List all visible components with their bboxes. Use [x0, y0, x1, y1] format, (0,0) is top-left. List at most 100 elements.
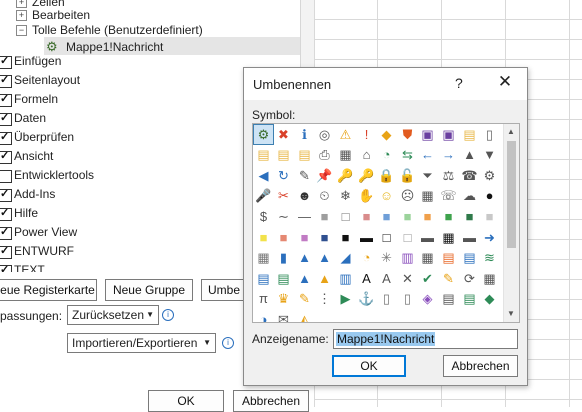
user-icon[interactable]: ☻ — [295, 186, 314, 205]
swatch-navy-icon[interactable]: ■ — [315, 228, 334, 247]
arrow-circle-icon[interactable]: ➜ — [480, 228, 499, 247]
hand-icon[interactable]: ✋ — [357, 186, 376, 205]
record-icon[interactable]: ◎ — [315, 125, 334, 144]
phone-icon[interactable]: ☎ — [460, 166, 479, 185]
up-icon[interactable]: ▲ — [460, 145, 479, 164]
list-icon[interactable]: ⋮ — [315, 289, 334, 308]
mail-icon[interactable]: ✉ — [274, 310, 293, 322]
alert-diamond-icon[interactable]: ◆ — [377, 125, 396, 144]
edit-icon[interactable]: ✎ — [295, 166, 314, 185]
area-chart-icon[interactable]: ◢ — [336, 248, 355, 267]
eye-icon[interactable]: ∼ — [274, 207, 293, 226]
stacked-chart-icon[interactable]: ▥ — [336, 269, 355, 288]
sheet-orange-icon[interactable]: ▤ — [439, 248, 458, 267]
swatch-lightgreen-icon[interactable]: ■ — [398, 207, 417, 226]
calculator-icon[interactable]: ▦ — [418, 186, 437, 205]
mountains-icon[interactable]: ▲ — [315, 248, 334, 267]
pencil-icon[interactable]: ✎ — [439, 269, 458, 288]
swatch-yellow-icon[interactable]: ■ — [254, 228, 273, 247]
document-2-icon[interactable]: ▯ — [398, 289, 417, 308]
folder-2-icon[interactable]: ▤ — [274, 145, 293, 164]
folder-icon[interactable]: ▤ — [460, 125, 479, 144]
sheet-2-icon[interactable]: ▤ — [274, 269, 293, 288]
dialog-ok-button[interactable]: OK — [332, 355, 406, 377]
forward-icon[interactable]: → — [439, 145, 458, 164]
dollar-icon[interactable]: $ — [254, 207, 273, 226]
display-name-input[interactable]: Mappe1!Nachricht — [333, 329, 518, 349]
sheet-4-icon[interactable]: ▤ — [460, 289, 479, 308]
lock-icon[interactable]: 🔒 — [377, 166, 396, 185]
org-chart-icon[interactable]: ⚙ — [253, 124, 274, 145]
microphone-icon[interactable]: 🎤 — [254, 186, 273, 205]
dialog-cancel-button[interactable]: Abbrechen — [443, 355, 518, 377]
save-icon[interactable]: ▣ — [418, 125, 437, 144]
checkbox-ansicht[interactable] — [0, 149, 12, 164]
sheet-blue-icon[interactable]: ▤ — [460, 248, 479, 267]
checkbox-seitenlayout[interactable] — [0, 73, 12, 88]
cone-icon[interactable]: ▲ — [295, 248, 314, 267]
grid-icon[interactable]: ▦ — [418, 248, 437, 267]
filter-icon[interactable]: ⏷ — [418, 166, 437, 185]
sheet-icon[interactable]: ▤ — [254, 269, 273, 288]
checkbox-daten[interactable] — [0, 111, 12, 126]
warning-icon[interactable]: ⚠ — [336, 125, 355, 144]
key-icon[interactable]: 🔑 — [336, 166, 355, 185]
triangle-icon[interactable]: ◭ — [295, 310, 314, 322]
swatch-darkgreen-icon[interactable]: ■ — [460, 207, 479, 226]
swatch-white-icon[interactable]: □ — [336, 207, 355, 226]
pie-chart-icon[interactable]: ◔ — [357, 248, 376, 267]
open-folder-icon[interactable]: ▤ — [254, 145, 273, 164]
document-icon[interactable]: ▯ — [377, 289, 396, 308]
back-icon[interactable]: ← — [418, 145, 437, 164]
border-bottom-icon[interactable]: ▬ — [418, 228, 437, 247]
key-2-icon[interactable]: 🔑 — [357, 166, 376, 185]
help-button[interactable]: ? — [455, 75, 463, 91]
checkbox-formeln[interactable] — [0, 92, 12, 107]
rotate-icon[interactable]: ⟳ — [460, 269, 479, 288]
swatch-orange-icon[interactable]: ■ — [418, 207, 437, 226]
snowflake-icon[interactable]: ❄ — [336, 186, 355, 205]
table-icon[interactable]: ▦ — [254, 248, 273, 267]
checkbox-entwurf[interactable] — [0, 244, 12, 259]
swatch-green-icon[interactable]: ■ — [439, 207, 458, 226]
pie-icon[interactable]: ◔ — [377, 145, 396, 164]
checkbox-add-ins[interactable] — [0, 187, 12, 202]
shield-icon[interactable]: ⛊ — [398, 125, 417, 144]
calendar-icon[interactable]: ▦ — [480, 269, 499, 288]
scroll-thumb[interactable] — [507, 141, 516, 248]
shapes-icon[interactable]: ◈ — [418, 289, 437, 308]
exclamation-icon[interactable]: ! — [357, 125, 376, 144]
highlighter-icon[interactable]: ✎ — [295, 289, 314, 308]
thought-bubble-icon[interactable]: ☁ — [460, 186, 479, 205]
mountain-chart-2-icon[interactable]: ▲ — [315, 269, 334, 288]
unlock-icon[interactable]: 🔓 — [398, 166, 417, 185]
home-icon[interactable]: ⌂ — [357, 145, 376, 164]
import-export-dropdown[interactable]: Importieren/Exportieren ▼ — [67, 333, 216, 353]
swatch-lightgray-icon[interactable]: ■ — [480, 207, 499, 226]
bar-chart-icon[interactable]: ▮ — [274, 248, 293, 267]
pi-icon[interactable]: π — [254, 289, 273, 308]
expand-icon[interactable]: + — [16, 10, 27, 22]
play-icon[interactable]: ▶ — [336, 289, 355, 308]
ok-button[interactable]: OK — [148, 390, 224, 412]
smiley-icon[interactable]: ☺ — [377, 186, 396, 205]
checkbox-power-view[interactable] — [0, 225, 12, 240]
down-icon[interactable]: ▼ — [480, 145, 499, 164]
new-tab-button[interactable]: eue Registerkarte — [0, 279, 97, 301]
border-thick-icon[interactable]: ▬ — [460, 228, 479, 247]
sad-icon[interactable]: ☹ — [398, 186, 417, 205]
wave-chart-icon[interactable]: ≋ — [480, 248, 499, 267]
swap-icon[interactable]: ⇆ — [398, 145, 417, 164]
checkbox-text[interactable] — [0, 263, 12, 272]
shade-icon[interactable]: ◑ — [254, 310, 273, 322]
radar-icon[interactable]: ✳ — [377, 248, 396, 267]
new-document-icon[interactable]: ▯ — [480, 125, 499, 144]
scroll-down-icon[interactable]: ▼ — [507, 309, 515, 318]
symbol-scrollbar[interactable]: ▲ ▼ — [503, 124, 519, 322]
eight-ball-icon[interactable]: ● — [480, 186, 499, 205]
checkbox-ueberpruefen[interactable] — [0, 130, 12, 145]
swatch-violet-icon[interactable]: ■ — [295, 228, 314, 247]
save-all-icon[interactable]: ▣ — [439, 125, 458, 144]
timer-icon[interactable]: ⏲ — [315, 186, 334, 205]
delete-icon[interactable]: ✕ — [398, 269, 417, 288]
